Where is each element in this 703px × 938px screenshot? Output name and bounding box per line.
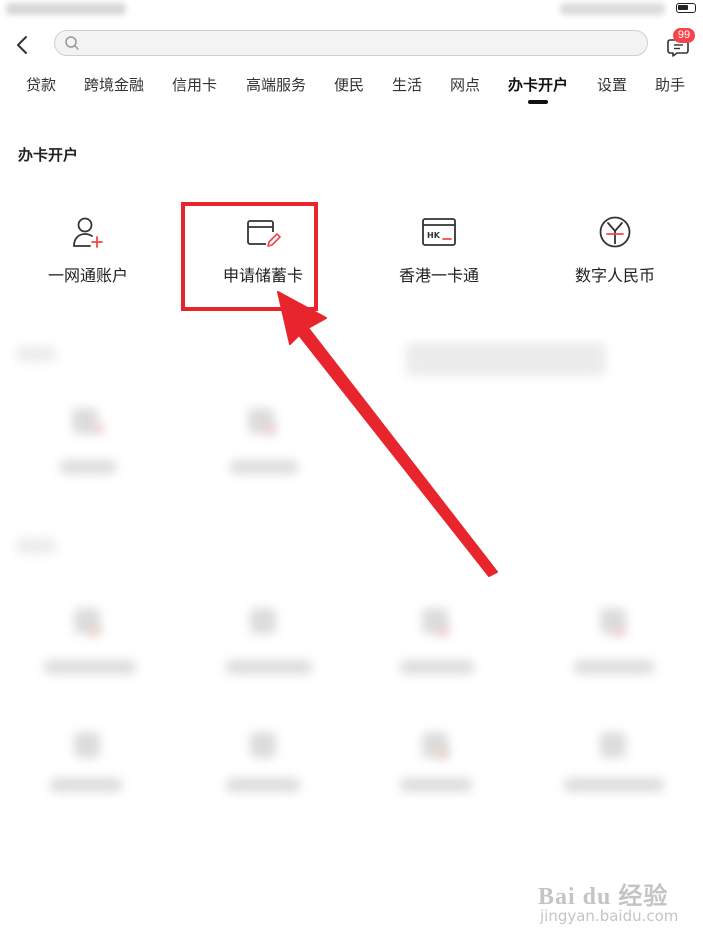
digital-rmb-icon — [599, 216, 631, 248]
back-button[interactable] — [10, 32, 36, 58]
tab-branches[interactable]: 网点 — [450, 74, 480, 95]
status-bar-right-blur — [560, 3, 665, 15]
blurred-label — [400, 778, 472, 792]
blurred-icon-accent — [614, 626, 624, 636]
service-online-account[interactable]: 一网通账户 — [13, 206, 163, 296]
tab-life[interactable]: 生活 — [392, 74, 422, 95]
service-label: 香港一卡通 — [398, 268, 479, 285]
user-add-icon — [73, 217, 103, 248]
blurred-label — [226, 778, 300, 792]
blurred-label — [60, 460, 116, 474]
category-tabs: 贷款 跨境金融 信用卡 高端服务 便民 生活 网点 办卡开户 设置 助手 — [0, 70, 703, 106]
svg-text:HK: HK — [427, 231, 441, 240]
blurred-label — [226, 660, 312, 674]
tab-credit-card[interactable]: 信用卡 — [172, 74, 217, 95]
blurred-icon — [74, 732, 100, 758]
tab-cross-border-finance[interactable]: 跨境金融 — [84, 74, 144, 95]
section-title: 办卡开户 — [18, 147, 79, 164]
hk-card-icon: HK — [422, 218, 456, 246]
search-input[interactable] — [85, 33, 629, 55]
tab-card-account-opening[interactable]: 办卡开户 — [508, 74, 568, 95]
blurred-label — [50, 778, 122, 792]
blurred-icon — [250, 608, 276, 634]
highlight-box — [181, 202, 318, 311]
chevron-left-icon — [17, 36, 27, 54]
tab-assistant[interactable]: 助手 — [655, 74, 685, 95]
tab-loans[interactable]: 贷款 — [26, 74, 56, 95]
blurred-label — [230, 460, 298, 474]
blurred-icon-accent — [438, 626, 448, 636]
blurred-icon-accent — [266, 424, 276, 434]
blurred-icon-accent — [94, 424, 104, 434]
battery-icon — [676, 3, 696, 13]
tab-settings[interactable]: 设置 — [597, 74, 627, 95]
tab-premium-services[interactable]: 高端服务 — [246, 74, 306, 95]
blurred-icon-accent — [90, 626, 100, 636]
active-tab-indicator — [528, 100, 548, 104]
status-bar-left-blur — [6, 3, 126, 15]
blurred-label — [400, 660, 474, 674]
search-icon — [65, 36, 79, 50]
watermark-logo: Bai du 经验 — [538, 884, 669, 910]
notification-badge: 99 — [673, 28, 695, 43]
blurred-icon — [250, 732, 276, 758]
blurred-icon — [600, 732, 626, 758]
baidu-watermark: Bai du 经验 jingyan.baidu.com — [536, 862, 701, 932]
search-bar[interactable] — [54, 30, 648, 56]
blurred-content — [10, 338, 703, 938]
blurred-label — [44, 660, 136, 674]
top-bar — [0, 24, 703, 66]
status-bar — [0, 0, 703, 22]
blurred-label — [564, 778, 664, 792]
watermark-url: jingyan.baidu.com — [540, 907, 679, 925]
blurred-banner — [406, 342, 606, 376]
blurred-section-title — [16, 346, 56, 362]
service-digital-rmb[interactable]: 数字人民币 — [540, 206, 690, 296]
service-label: 一网通账户 — [47, 268, 128, 285]
blurred-section-title — [16, 538, 56, 554]
blurred-icon-accent — [438, 748, 448, 758]
blurred-label — [574, 660, 654, 674]
service-hk-card[interactable]: HK 香港一卡通 — [364, 206, 514, 296]
tab-convenience[interactable]: 便民 — [334, 74, 364, 95]
service-label: 数字人民币 — [574, 268, 655, 285]
